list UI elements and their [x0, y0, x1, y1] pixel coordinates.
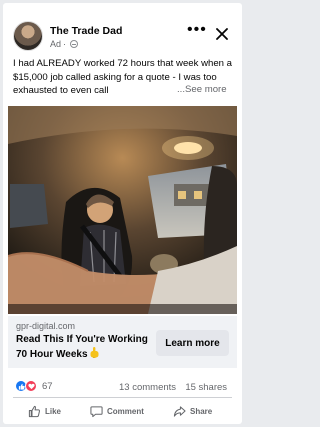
comment-label: Comment — [107, 407, 144, 416]
reaction-summary[interactable]: 67 — [15, 380, 53, 392]
post-meta: Ad · — [50, 39, 79, 49]
more-options-icon[interactable]: ••• — [187, 22, 207, 38]
thumbs-up-icon — [28, 405, 40, 418]
engagement-counts: 13 comments 15 shares — [119, 382, 227, 393]
love-reaction-icon — [25, 380, 37, 392]
see-more-link[interactable]: ...See more — [177, 84, 227, 95]
like-label: Like — [45, 407, 62, 416]
comment-bubble-icon — [90, 406, 103, 418]
link-headline[interactable]: Read This If You're Working 70 Hour Week… — [16, 333, 156, 362]
ad-post-card: The Trade Dad Ad · ••• I had ALREADY wor… — [3, 3, 242, 424]
point-down-icon — [90, 347, 99, 359]
action-divider — [13, 397, 232, 398]
comment-button[interactable]: Comment — [90, 405, 144, 418]
globe-icon — [70, 40, 79, 48]
share-button[interactable]: Share — [173, 405, 212, 418]
share-arrow-icon — [173, 406, 186, 417]
reaction-count: 67 — [42, 380, 53, 392]
like-button[interactable]: Like — [28, 405, 61, 418]
page-name[interactable]: The Trade Dad — [50, 25, 122, 37]
learn-more-button[interactable]: Learn more — [156, 330, 229, 356]
comment-count[interactable]: 13 comments — [119, 382, 176, 393]
share-count[interactable]: 15 shares — [185, 382, 227, 393]
ad-image[interactable] — [8, 106, 237, 314]
link-domain: gpr-digital.com — [16, 321, 76, 331]
close-icon[interactable] — [216, 28, 228, 40]
link-headline-text: Read This If You're Working 70 Hour Week… — [16, 334, 148, 360]
page-avatar[interactable] — [13, 21, 43, 51]
dot-separator: · — [63, 39, 67, 49]
share-label: Share — [190, 407, 213, 416]
sponsored-label: Ad — [50, 39, 62, 49]
